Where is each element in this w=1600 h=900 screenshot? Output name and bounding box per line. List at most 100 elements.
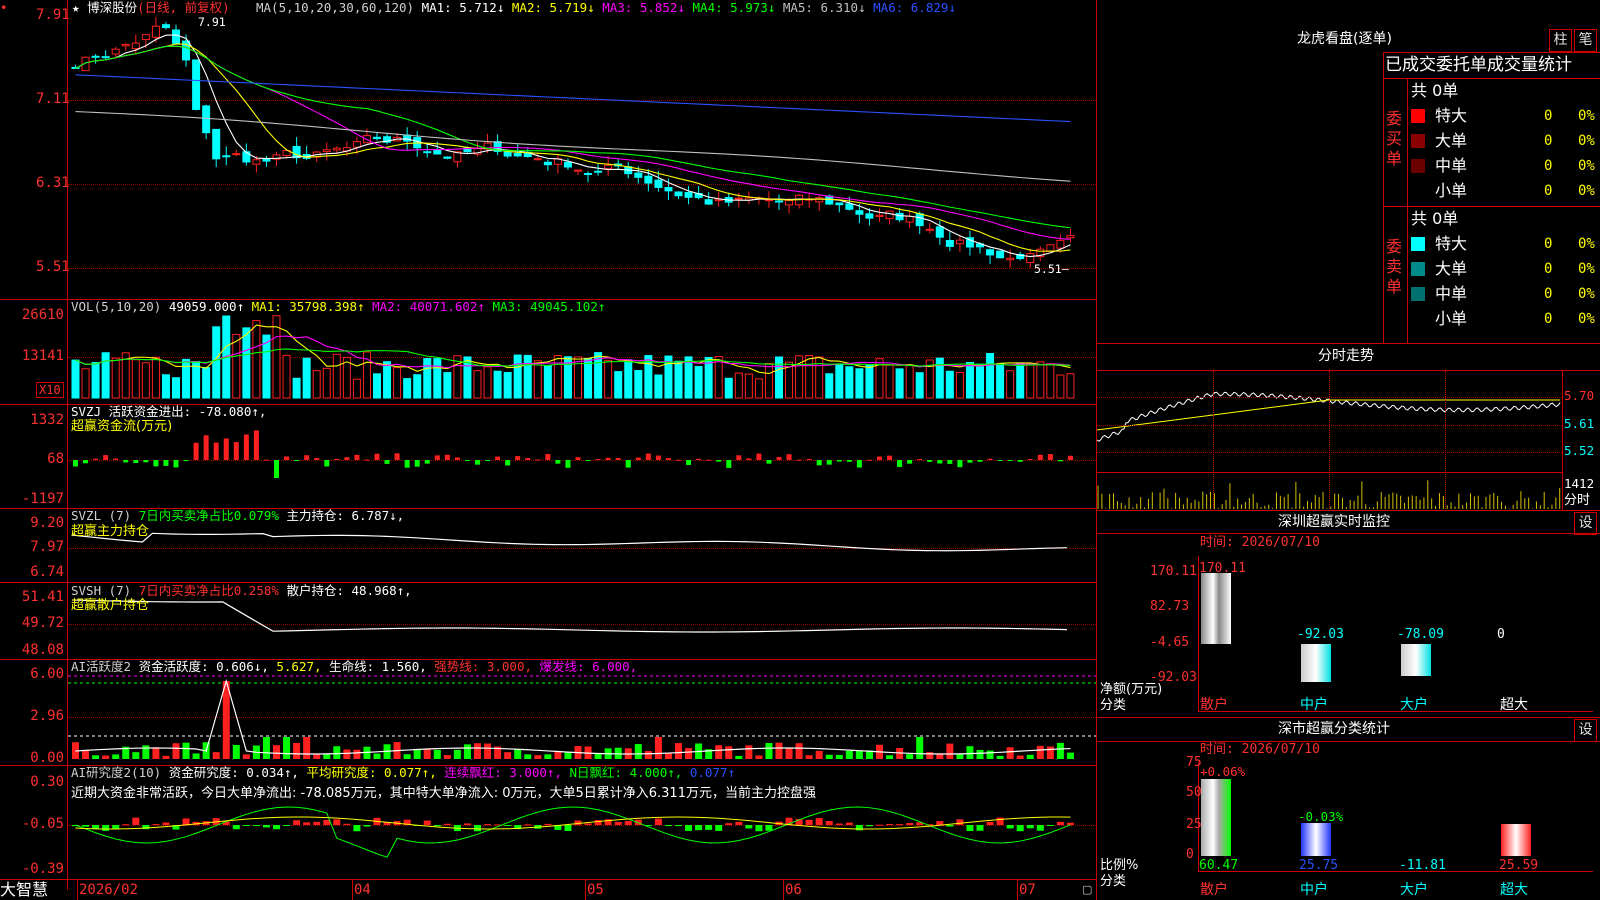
activity-bar xyxy=(172,743,180,759)
fund-flow-bar xyxy=(957,460,963,468)
bar-value: -11.81 xyxy=(1399,858,1446,873)
candle-body xyxy=(513,152,522,157)
date-label: 2026/02 xyxy=(79,882,139,898)
tick-mode-button[interactable]: 笔 xyxy=(1574,29,1597,52)
candle-body xyxy=(373,136,381,140)
volume-bar xyxy=(232,333,241,399)
fund-flow-bar xyxy=(243,434,249,460)
category-label: 中户 xyxy=(1300,697,1328,713)
size-pct: 0% xyxy=(1578,236,1595,252)
research-bar xyxy=(715,825,723,831)
legend-item: MA3: 49045.102↑ xyxy=(492,299,606,314)
activity-bar xyxy=(152,747,160,759)
fund-flow-bar xyxy=(605,457,611,460)
legend-item: MA4: 5.973↓ xyxy=(692,0,783,15)
volume-bar xyxy=(292,377,301,399)
activity-bar xyxy=(232,744,240,759)
stock-name: 博深股份 xyxy=(87,0,138,15)
legend-item: SVZJ 活跃资金进出: -78.080↑, xyxy=(71,404,267,419)
size-color-swatch xyxy=(1411,262,1425,276)
volume-bar xyxy=(604,359,613,399)
adjust-mode[interactable]: (日线, 前复权) xyxy=(137,0,230,15)
monitor-settings-button[interactable]: 设 xyxy=(1574,512,1597,535)
retail-holding-line xyxy=(71,599,1067,633)
activity-bar xyxy=(293,742,301,759)
volume-bar xyxy=(101,352,110,399)
research-bar xyxy=(865,825,873,827)
category-label: 超大 xyxy=(1500,882,1528,898)
lock-icon[interactable]: ▢ xyxy=(1082,882,1092,897)
activity-bar xyxy=(966,746,974,759)
size-color-swatch xyxy=(1411,134,1425,148)
size-label: 大单 xyxy=(1435,259,1468,278)
activity-bar xyxy=(514,749,522,759)
svzl-subtitle: 超赢主力持仓 xyxy=(71,524,150,539)
ai-description: 近期大资金非常活跃，今日大单净流出: -78.085万元，其中特大单净流入: 0… xyxy=(71,786,816,801)
ma-line xyxy=(75,111,1071,182)
size-volume: 0 xyxy=(1544,311,1553,327)
candle-body xyxy=(604,164,613,170)
research-bar xyxy=(1036,825,1044,831)
candle-body xyxy=(161,24,170,29)
volume-bar xyxy=(151,356,160,399)
activity-bar xyxy=(504,752,512,759)
ai2-legend: AI研究度2(10) 资金研究度: 0.034↑, 平均研究度: 0.077↑,… xyxy=(71,766,735,780)
brand-logo: 大智慧 xyxy=(0,880,49,899)
fund-flow-bar xyxy=(706,459,712,461)
volume-bar xyxy=(976,363,984,399)
fund-flow-bar xyxy=(746,458,752,460)
research-bar xyxy=(815,818,823,825)
volume-bar xyxy=(714,356,723,399)
volume-bar xyxy=(754,378,763,399)
legend-item: 生命线: 1.560, xyxy=(329,659,435,674)
fund-flow-bar xyxy=(796,459,802,461)
legend-item: AI研究度2(10) xyxy=(71,765,169,780)
candle-body xyxy=(543,161,552,166)
bar-value: 170.11 xyxy=(1199,561,1246,576)
activity-bar xyxy=(474,743,481,759)
fund-flow-bar xyxy=(736,455,742,460)
fund-flow-bar xyxy=(263,459,269,461)
classify-settings-button[interactable]: 设 xyxy=(1574,719,1597,742)
research-bar xyxy=(755,825,763,832)
activity-bar xyxy=(675,743,682,759)
axis-tick-label: -0.05 xyxy=(21,816,64,832)
candle-body xyxy=(865,213,874,219)
fund-flow-bar xyxy=(595,459,601,461)
fund-flow-bar xyxy=(1007,460,1013,461)
size-color-swatch xyxy=(1411,159,1425,173)
volume-bar xyxy=(131,359,140,399)
fund-flow-bar xyxy=(665,458,671,460)
volume-bar xyxy=(1016,362,1025,399)
candle-body xyxy=(674,191,683,197)
axis-tick-label: 170.11 xyxy=(1150,564,1197,579)
research-bar xyxy=(855,825,863,831)
activity-bar xyxy=(443,755,451,759)
activity-bar xyxy=(423,748,431,759)
fund-flow-bar xyxy=(997,460,1003,461)
fund-flow-bar xyxy=(294,460,300,461)
research-bar xyxy=(182,818,190,825)
activity-bar xyxy=(403,754,411,759)
size-volume: 0 xyxy=(1544,183,1553,199)
size-label: 小单 xyxy=(1435,181,1468,200)
star-icon[interactable]: ★ xyxy=(72,0,80,15)
menu-icon[interactable]: • xyxy=(0,1,8,15)
activity-bar xyxy=(765,743,773,759)
candle-body xyxy=(423,151,432,154)
monitor-xlabel: 分类 xyxy=(1100,698,1127,713)
svzl-legend: SVZL (7) 7日内买卖净占比0.079% 主力持仓: 6.787↓, xyxy=(71,509,404,523)
fund-flow-bar xyxy=(73,460,78,467)
legend-item: 资金研究度: 0.034↑, xyxy=(168,765,307,780)
candle-body xyxy=(574,169,582,172)
legend-item: MA2: 5.719↓ xyxy=(511,0,603,15)
activity-bar xyxy=(303,737,311,759)
axis-tick-label: 7.11 xyxy=(36,91,70,107)
column-mode-button[interactable]: 柱 xyxy=(1549,29,1572,52)
volume-bar xyxy=(312,370,321,399)
legend-item: 主力持仓: 6.787↓, xyxy=(286,508,405,523)
candle-body xyxy=(584,173,593,176)
size-label: 中单 xyxy=(1435,156,1468,175)
legend-item: 平均研究度: 0.077↑, xyxy=(306,765,445,780)
size-pct: 0% xyxy=(1578,183,1595,199)
